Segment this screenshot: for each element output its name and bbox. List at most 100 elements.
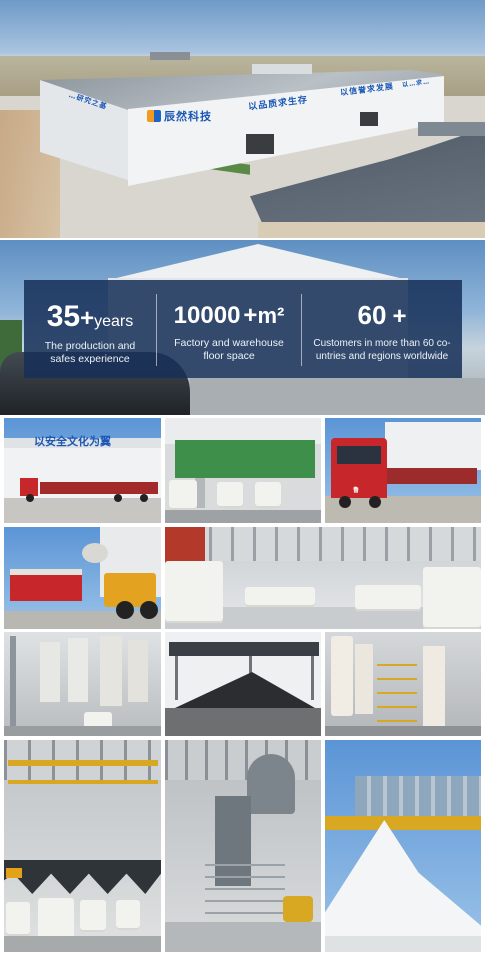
stat-customers-plus: +	[392, 303, 407, 330]
photo-cyclone-separators	[325, 632, 481, 736]
yellow-railing	[8, 760, 158, 766]
stat-customers-description: Customers in more than 60 co- untries an…	[302, 337, 462, 363]
warehouse-wall	[385, 422, 481, 470]
bulk-bag	[255, 482, 281, 508]
stat-customers-number: 60	[357, 300, 387, 330]
roof-trusses	[165, 740, 321, 780]
stat-years-desc-line2: safes experience	[50, 353, 130, 365]
bulk-bag	[6, 902, 30, 936]
windshield	[337, 446, 381, 464]
roof-trusses	[165, 527, 481, 561]
bulk-bag	[80, 900, 106, 932]
floor	[4, 726, 161, 736]
side-door	[360, 112, 378, 126]
stat-years-plus: +	[80, 305, 95, 332]
stat-floor-description: Factory and warehouse floor space	[157, 337, 301, 363]
bulk-bag	[116, 900, 140, 930]
yellow-railing	[8, 780, 158, 784]
black-sand-pile	[175, 672, 315, 708]
silo	[100, 636, 122, 706]
stat-customers: 60 + Customers in more than 60 co- untrie…	[302, 280, 462, 378]
warning-label	[6, 868, 22, 878]
photo-grinding-mill	[165, 740, 321, 952]
silo	[128, 640, 148, 702]
photo-black-material-pile	[165, 632, 321, 736]
banner-ground	[190, 378, 485, 415]
truck-trailer	[40, 482, 158, 494]
cargo-sacks	[10, 569, 82, 575]
loader-bucket	[82, 543, 108, 563]
roof-vents	[252, 64, 312, 74]
sack-row	[355, 585, 421, 611]
canopy-post	[311, 656, 314, 700]
truck-plate: 鲁	[353, 488, 360, 494]
stat-floor-desc-line2: floor space	[203, 350, 255, 362]
floor	[165, 922, 321, 952]
stat-floor-plus: +	[243, 302, 258, 329]
stat-years-desc-line1: The production and	[44, 340, 136, 352]
stat-floor-space: 10000 +m² Factory and warehouse floor spa…	[157, 280, 301, 378]
wheel	[140, 494, 148, 502]
wheel	[140, 601, 158, 619]
wheel	[114, 494, 122, 502]
stat-floor-unit: m²	[257, 303, 285, 328]
safety-slogan: 以安全文化为翼	[34, 435, 111, 448]
stat-customers-desc-line1: Customers in more than 60 co-	[313, 338, 451, 349]
bulk-bag	[169, 480, 197, 510]
photo-warehouse-interior	[165, 527, 481, 629]
stats-overlay: 35+years The production and safes experi…	[24, 280, 462, 378]
yellow-machine	[283, 896, 313, 922]
warehouse-ridge	[418, 122, 485, 136]
mill-platform	[205, 860, 285, 914]
bagging-hoppers	[4, 860, 161, 894]
stat-years-unit: years	[94, 313, 134, 330]
stat-years-number: 35	[46, 300, 81, 333]
photo-warehouse-trucks: 以安全文化为翼	[4, 418, 161, 523]
wheel	[116, 601, 134, 619]
photo-white-sand-pile	[325, 740, 481, 952]
floor	[4, 936, 161, 952]
cyclone-separator	[331, 636, 353, 716]
distant-building	[150, 52, 190, 60]
ground	[325, 936, 481, 952]
photo-loader-loading	[4, 527, 161, 629]
storage-tanks	[355, 776, 481, 816]
sack-stack	[423, 567, 481, 629]
bulk-bag	[217, 482, 243, 508]
banner-building-roof	[108, 244, 408, 280]
stat-customers-desc-line2: untries and regions worldwide	[315, 351, 449, 362]
photo-packing-line	[165, 418, 321, 523]
truck-trailer	[387, 468, 477, 484]
warehouse-base	[258, 222, 485, 238]
stats-banner: 35+years The production and safes experi…	[0, 240, 485, 415]
loading-door	[246, 134, 274, 154]
canopy-roof	[169, 642, 319, 656]
photo-red-truck: 鲁	[325, 418, 481, 523]
green-machinery	[175, 440, 315, 478]
yard-ground	[4, 611, 161, 629]
yard-ground	[4, 498, 161, 523]
stat-years: 35+years The production and safes experi…	[24, 280, 156, 378]
wheel	[26, 494, 34, 502]
aerial-factory-photo: 辰然科技 …研究之基 以品质求生存 以信誉求发展 以…求…	[0, 0, 485, 238]
wheel	[369, 496, 381, 508]
cyclone-separator	[423, 646, 445, 726]
stat-customers-headline: 60 +	[302, 302, 462, 329]
company-sign: 辰然科技	[164, 110, 212, 123]
sack-stack	[165, 561, 223, 623]
yellow-catwalk	[377, 652, 417, 722]
wheel	[339, 496, 351, 508]
floor	[325, 726, 481, 736]
photo-bagging-hoppers	[4, 740, 161, 952]
silo	[40, 642, 60, 702]
stat-floor-number: 10000	[173, 302, 241, 329]
company-logo-icon	[147, 110, 161, 122]
floor	[165, 510, 321, 523]
stat-years-headline: 35+years	[24, 302, 156, 332]
silo	[68, 638, 88, 702]
white-powder-pile	[325, 820, 481, 952]
yellow-equipment	[325, 816, 481, 830]
steel-column	[10, 636, 16, 726]
canopy-post	[175, 656, 178, 700]
stat-floor-desc-line1: Factory and warehouse	[174, 337, 284, 349]
